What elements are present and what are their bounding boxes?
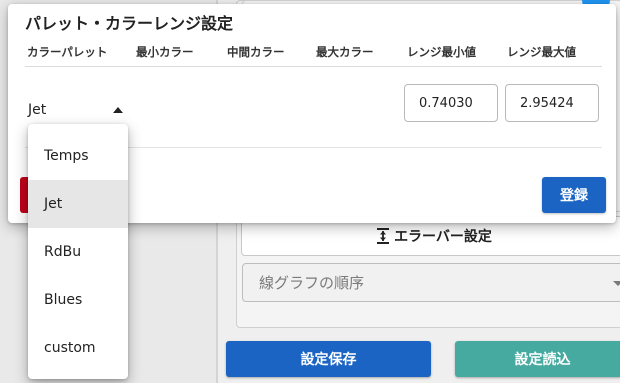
range-max-input[interactable]: 2.95424 [505, 84, 599, 122]
errorbar-settings-label: エラーバー設定 [394, 229, 492, 245]
header-mid-color: 中間カラー [227, 45, 285, 59]
caret-down-icon [613, 281, 620, 286]
header-range-max: レンジ最大値 [507, 45, 576, 59]
dropdown-option-rdbu[interactable]: RdBu [28, 228, 128, 276]
dropdown-option-blues[interactable]: Blues [28, 276, 128, 324]
caret-up-icon [113, 107, 123, 113]
header-range-min: レンジ最小値 [407, 45, 476, 59]
line-order-select[interactable]: 線グラフの順序 [242, 263, 620, 302]
dropdown-option-custom[interactable]: custom [28, 324, 128, 372]
palette-dropdown-menu: Temps Jet RdBu Blues custom [28, 124, 128, 379]
header-min-color: 最小カラー [136, 45, 194, 59]
palette-select[interactable]: Jet [28, 102, 126, 124]
dropdown-option-jet[interactable]: Jet [28, 180, 128, 228]
register-button[interactable]: 登録 [542, 177, 606, 213]
header-max-color: 最大カラー [316, 45, 374, 59]
vertical-expand-icon [376, 228, 390, 244]
table-header-row: カラーパレット 最小カラー 中間カラー 最大カラー レンジ最小値 レンジ最大値 [25, 40, 602, 67]
range-min-input[interactable]: 0.74030 [404, 84, 498, 122]
header-color-palette: カラーパレット [27, 45, 108, 59]
load-settings-button[interactable]: 設定読込 [455, 341, 620, 377]
dropdown-option-temps[interactable]: Temps [28, 132, 128, 180]
save-settings-button[interactable]: 設定保存 [226, 341, 431, 377]
line-order-placeholder: 線グラフの順序 [259, 274, 365, 292]
dialog-title: パレット・カラーレンジ設定 [25, 14, 234, 33]
palette-select-value: Jet [28, 102, 47, 118]
